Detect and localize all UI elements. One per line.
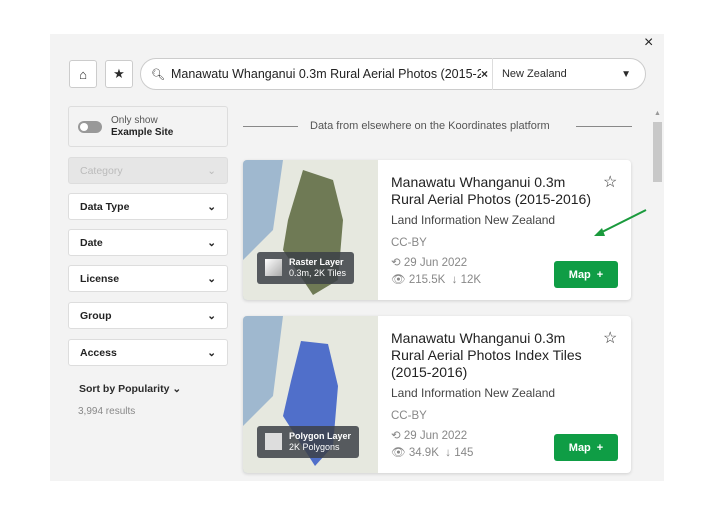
result-card[interactable]: Polygon Layer 2K Polygons Manawatu Whang… xyxy=(243,316,631,473)
views-value: 215.5K xyxy=(408,274,446,286)
filter-label: Date xyxy=(80,236,103,249)
search-bar: 🔍︎ Manawatu Whanganui 0.3m Rural Aerial … xyxy=(140,58,646,90)
section-heading: Data from elsewhere on the Koordinates p… xyxy=(310,120,550,132)
raster-icon xyxy=(265,259,282,276)
history-icon: ⟲ xyxy=(391,430,401,442)
chevron-down-icon: ⌄ xyxy=(207,346,216,359)
badge-detail: 0.3m, 2K Tiles xyxy=(289,268,347,278)
badge-type: Raster Layer xyxy=(289,257,344,267)
chevron-down-icon[interactable]: ▼ xyxy=(621,69,631,80)
card-license: CC-BY xyxy=(391,237,427,249)
filter-access[interactable]: Access ⌄ xyxy=(68,339,228,366)
divider xyxy=(576,126,632,127)
clear-search-icon[interactable]: × xyxy=(481,67,488,81)
results-count: 3,994 results xyxy=(78,406,136,417)
toggle-switch[interactable] xyxy=(78,121,102,133)
chevron-down-icon: ⌄ xyxy=(207,272,216,285)
filter-license[interactable]: License ⌄ xyxy=(68,265,228,292)
card-publisher[interactable]: Land Information New Zealand xyxy=(391,386,555,400)
card-title[interactable]: Manawatu Whanganui 0.3m Rural Aerial Pho… xyxy=(391,174,601,208)
toggle-label-site: Example Site xyxy=(111,127,174,138)
card-stats: 👁︎ 34.9K ↓ 145 xyxy=(391,445,473,459)
download-icon: ↓ xyxy=(451,274,458,286)
star-icon: ★ xyxy=(113,66,125,81)
downloads-value: 12K xyxy=(460,274,482,286)
layer-type-badge: Raster Layer 0.3m, 2K Tiles xyxy=(257,252,355,284)
filter-group[interactable]: Group ⌄ xyxy=(68,302,228,329)
layer-type-badge: Polygon Layer 2K Polygons xyxy=(257,426,360,458)
badge-detail: 2K Polygons xyxy=(289,442,340,452)
result-card[interactable]: Raster Layer 0.3m, 2K Tiles Manawatu Wha… xyxy=(243,160,631,300)
divider xyxy=(491,58,493,90)
divider xyxy=(243,126,298,127)
scrollbar-thumb[interactable] xyxy=(653,122,662,182)
home-icon: ⌂ xyxy=(79,66,87,82)
downloads-value: 145 xyxy=(454,447,474,459)
card-publisher[interactable]: Land Information New Zealand xyxy=(391,213,555,227)
card-date: ⟲ 29 Jun 2022 xyxy=(391,428,467,442)
sort-dropdown[interactable]: Sort by Popularity ⌄ xyxy=(79,383,181,395)
plus-icon: + xyxy=(596,441,604,454)
search-icon: 🔍︎ xyxy=(151,68,165,81)
download-icon: ↓ xyxy=(445,447,452,459)
chevron-down-icon: ⌄ xyxy=(207,309,216,322)
plus-icon: + xyxy=(596,268,604,281)
star-outline-icon[interactable]: ☆ xyxy=(603,328,617,348)
chevron-down-icon: ⌄ xyxy=(207,164,216,177)
filter-label: Group xyxy=(80,309,112,322)
filter-label: Category xyxy=(80,164,123,177)
sort-label: Sort by Popularity xyxy=(79,383,170,395)
filter-date[interactable]: Date ⌄ xyxy=(68,229,228,256)
polygon-icon xyxy=(265,433,282,450)
chevron-down-icon: ⌄ xyxy=(172,383,182,395)
history-icon: ⟲ xyxy=(391,257,401,269)
star-outline-icon[interactable]: ☆ xyxy=(603,172,617,192)
date-value: 29 Jun 2022 xyxy=(403,257,468,269)
close-icon[interactable]: × xyxy=(644,34,653,52)
views-value: 34.9K xyxy=(408,447,439,459)
eye-icon: 👁︎ xyxy=(391,274,406,286)
date-value: 29 Jun 2022 xyxy=(403,430,468,442)
filter-label: License xyxy=(80,272,120,285)
home-button[interactable]: ⌂ xyxy=(69,60,97,88)
filter-label: Access xyxy=(80,346,117,359)
filter-data-type[interactable]: Data Type ⌄ xyxy=(68,193,228,220)
card-stats: 👁︎ 215.5K ↓ 12K xyxy=(391,272,481,286)
card-date: ⟲ 29 Jun 2022 xyxy=(391,255,467,269)
add-to-map-button[interactable]: Map + xyxy=(554,261,618,288)
chevron-down-icon: ⌄ xyxy=(207,236,216,249)
card-title[interactable]: Manawatu Whanganui 0.3m Rural Aerial Pho… xyxy=(391,330,601,381)
favorites-button[interactable]: ★ xyxy=(105,60,133,88)
example-site-toggle[interactable]: Only show Example Site xyxy=(68,106,228,147)
annotation-arrow-icon xyxy=(594,209,647,236)
search-input[interactable]: Manawatu Whanganui 0.3m Rural Aerial Pho… xyxy=(171,67,481,81)
search-dialog: × ⌂ ★ 🔍︎ Manawatu Whanganui 0.3m Rural A… xyxy=(50,34,664,481)
toggle-label: Only show xyxy=(111,115,158,126)
chevron-down-icon: ⌄ xyxy=(207,200,216,213)
filter-category: Category ⌄ xyxy=(68,157,228,184)
badge-type: Polygon Layer xyxy=(289,431,352,441)
region-select[interactable]: New Zealand xyxy=(502,68,621,80)
map-label: Map xyxy=(568,441,591,454)
card-license: CC-BY xyxy=(391,410,427,422)
map-label: Map xyxy=(568,268,591,281)
filter-label: Data Type xyxy=(80,200,130,213)
eye-icon: 👁︎ xyxy=(391,447,406,459)
scroll-up-icon[interactable]: ▲ xyxy=(653,110,662,117)
add-to-map-button[interactable]: Map + xyxy=(554,434,618,461)
